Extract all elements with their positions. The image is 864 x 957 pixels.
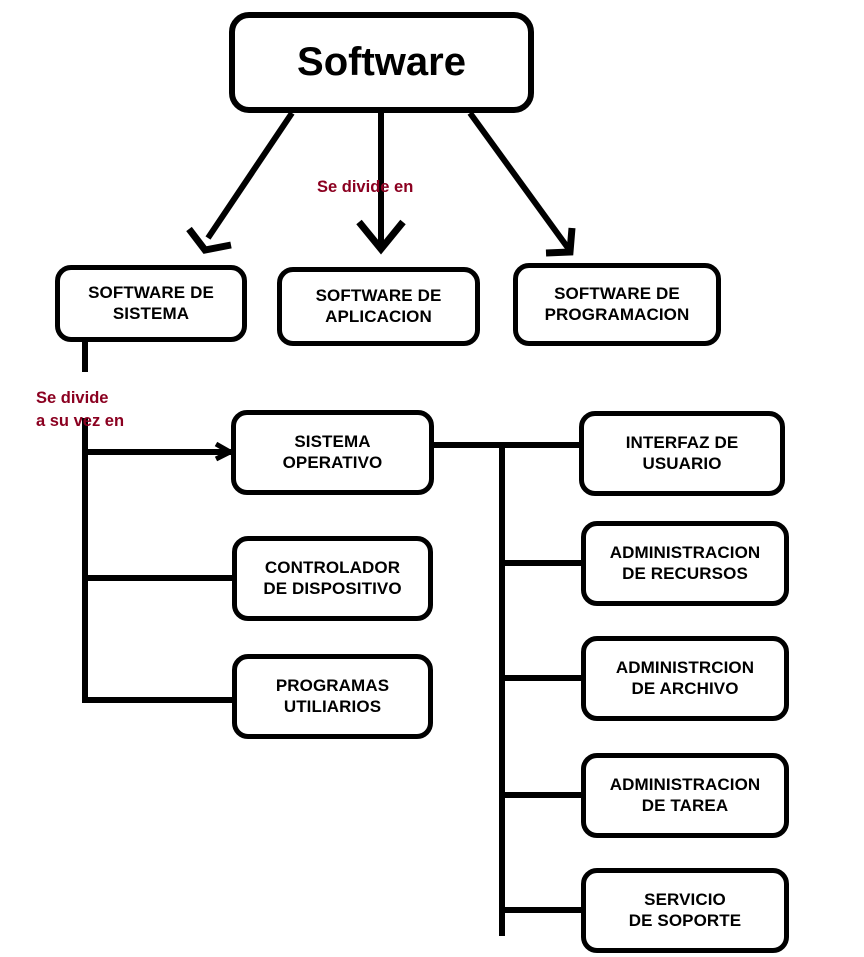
connector-root-to-software-de-sistema	[186, 111, 295, 254]
diagram-canvas: Software Se divide en Se divide a su vez…	[0, 0, 864, 957]
edge-label-se-divide-en: Se divide en	[317, 154, 457, 199]
node-software-de-sistema[interactable]: SOFTWARE DE SISTEMA	[55, 265, 247, 342]
node-interfaz-de-usuario[interactable]: INTERFAZ DE USUARIO	[579, 411, 785, 496]
node-controlador-de-dispositivo[interactable]: CONTROLADOR DE DISPOSITIVO	[232, 536, 433, 621]
node-administracion-de-recursos[interactable]: ADMINISTRACION DE RECURSOS	[581, 521, 789, 606]
node-label: Software	[297, 40, 466, 85]
node-software-root[interactable]: Software	[229, 12, 534, 113]
edge-label-text: Se divide en	[317, 178, 414, 197]
node-label: PROGRAMAS UTILIARIOS	[275, 675, 390, 716]
edge-label-text: Se divide a su vez en	[36, 389, 125, 430]
node-label: CONTROLADOR DE DISPOSITIVO	[263, 557, 402, 598]
edge-label-se-divide-a-su-vez-en: Se divide a su vez en	[36, 365, 196, 432]
node-label: ADMINISTRACION DE TAREA	[609, 774, 761, 815]
node-label: SERVICIO DE SOPORTE	[628, 889, 742, 930]
node-label: SOFTWARE DE APLICACION	[315, 285, 442, 326]
node-label: SISTEMA OPERATIVO	[282, 431, 383, 472]
node-administrcion-de-archivo[interactable]: ADMINISTRCION DE ARCHIVO	[581, 636, 789, 721]
connector-right-spine	[432, 442, 583, 936]
node-label: ADMINISTRACION DE RECURSOS	[609, 542, 761, 583]
node-label: ADMINISTRCION DE ARCHIVO	[615, 657, 755, 698]
node-label: SOFTWARE DE SISTEMA	[88, 282, 214, 323]
node-label: INTERFAZ DE USUARIO	[625, 432, 739, 473]
node-programas-utiliarios[interactable]: PROGRAMAS UTILIARIOS	[232, 654, 433, 739]
node-servicio-de-soporte[interactable]: SERVICIO DE SOPORTE	[581, 868, 789, 953]
connector-root-to-software-de-programacion	[467, 111, 576, 257]
node-software-de-programacion[interactable]: SOFTWARE DE PROGRAMACION	[513, 263, 721, 346]
node-sistema-operativo[interactable]: SISTEMA OPERATIVO	[231, 410, 434, 495]
node-software-de-aplicacion[interactable]: SOFTWARE DE APLICACION	[277, 267, 480, 346]
node-administracion-de-tarea[interactable]: ADMINISTRACION DE TAREA	[581, 753, 789, 838]
node-label: SOFTWARE DE PROGRAMACION	[544, 283, 690, 324]
